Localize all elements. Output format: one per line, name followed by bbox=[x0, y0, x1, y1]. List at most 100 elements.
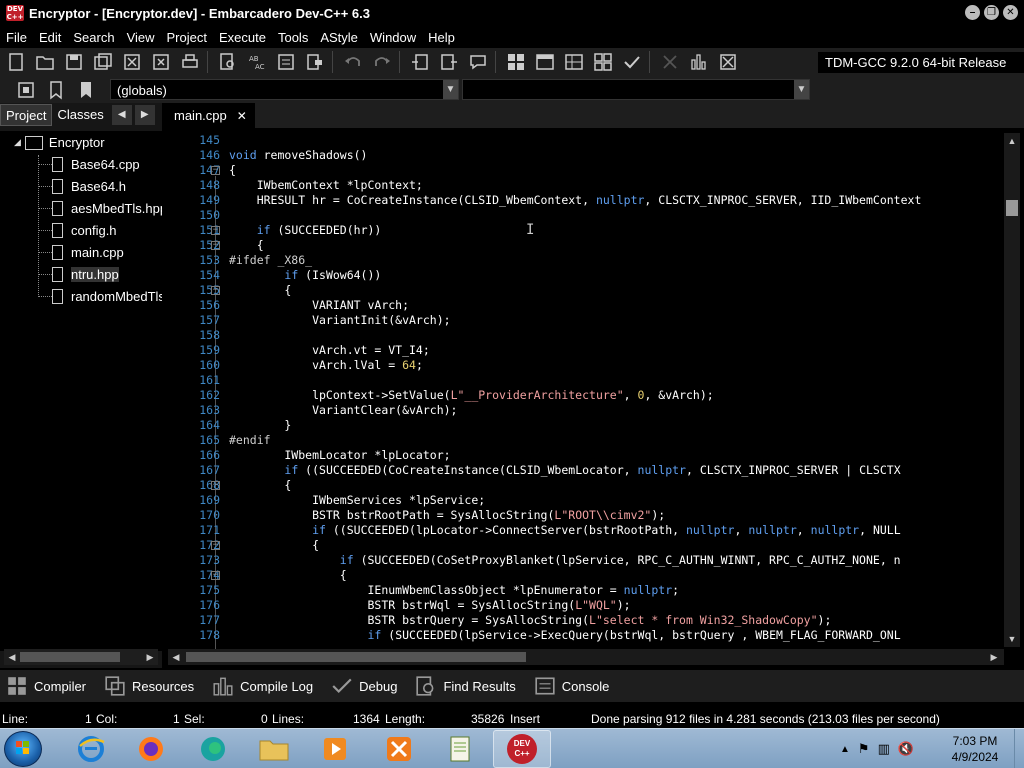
tree-file[interactable]: aesMbedTls.hpp bbox=[38, 201, 162, 216]
tab-main-cpp[interactable]: main.cpp ✕ bbox=[166, 103, 255, 128]
open-folder-icon[interactable] bbox=[32, 50, 58, 74]
menu-tools[interactable]: Tools bbox=[272, 30, 314, 45]
rebuild-icon[interactable] bbox=[590, 50, 616, 74]
scroll-down-icon[interactable]: ▼ bbox=[1006, 633, 1018, 645]
fold-toggle-icon[interactable]: − bbox=[211, 541, 220, 550]
menu-file[interactable]: File bbox=[0, 30, 33, 45]
media-player-taskbar-button[interactable] bbox=[306, 730, 364, 768]
toggle-bookmark-icon[interactable] bbox=[43, 78, 69, 102]
tree-file[interactable]: randomMbedTls.hpp bbox=[38, 289, 162, 304]
scroll-up-icon[interactable]: ▲ bbox=[1006, 135, 1018, 147]
tab-compiler[interactable]: Compiler bbox=[0, 674, 86, 698]
compile-run-icon[interactable] bbox=[561, 50, 587, 74]
tree-file[interactable]: ntru.hpp bbox=[38, 267, 119, 282]
chevron-down-icon[interactable]: ▼ bbox=[443, 80, 458, 99]
scroll-left-icon[interactable]: ◀ bbox=[6, 651, 18, 663]
redo-icon[interactable] bbox=[369, 50, 395, 74]
run-icon[interactable] bbox=[532, 50, 558, 74]
network-icon[interactable]: ▥ bbox=[878, 741, 890, 757]
fold-toggle-icon[interactable]: − bbox=[211, 241, 220, 250]
delete-profile-icon[interactable] bbox=[715, 50, 741, 74]
save-icon[interactable] bbox=[61, 50, 87, 74]
explorer-taskbar-button[interactable] bbox=[245, 730, 303, 768]
flag-icon[interactable]: ⚑ bbox=[858, 741, 870, 757]
menu-astyle[interactable]: AStyle bbox=[314, 30, 364, 45]
compiler-select[interactable]: TDM-GCC 9.2.0 64-bit Release bbox=[818, 52, 1024, 73]
fold-toggle-icon[interactable]: − bbox=[211, 571, 220, 580]
project-hscrollbar[interactable]: ◀ ▶ bbox=[4, 649, 158, 665]
code-editor[interactable]: 145 146 void removeShadows() 147−{148 IWbem… bbox=[166, 128, 1020, 649]
close-button[interactable]: ✕ bbox=[1003, 5, 1018, 20]
menu-help[interactable]: Help bbox=[422, 30, 461, 45]
comment-icon[interactable] bbox=[465, 50, 491, 74]
show-desktop-button[interactable] bbox=[1014, 729, 1024, 768]
tree-file[interactable]: config.h bbox=[38, 223, 117, 238]
close-all-icon[interactable] bbox=[148, 50, 174, 74]
scroll-right-icon[interactable]: ▶ bbox=[988, 651, 1000, 663]
tab-project[interactable]: Project bbox=[0, 104, 53, 126]
insert-code-icon[interactable] bbox=[13, 78, 39, 102]
tab-resources[interactable]: Resources bbox=[98, 674, 194, 698]
tree-root-encryptor[interactable]: ◢ Encryptor bbox=[14, 135, 105, 150]
close-file-icon[interactable] bbox=[119, 50, 145, 74]
goto-bookmark-icon[interactable] bbox=[73, 78, 99, 102]
menu-window[interactable]: Window bbox=[364, 30, 422, 45]
notepad-taskbar-button[interactable] bbox=[432, 730, 490, 768]
volume-muted-icon[interactable]: 🔇 bbox=[898, 741, 914, 757]
show-hidden-icons-icon[interactable]: ▲ bbox=[840, 744, 850, 755]
new-file-icon[interactable] bbox=[3, 50, 29, 74]
menu-project[interactable]: Project bbox=[161, 30, 213, 45]
tree-file[interactable]: main.cpp bbox=[38, 245, 124, 260]
start-button[interactable] bbox=[4, 731, 42, 767]
scrollbar-thumb[interactable] bbox=[1006, 200, 1018, 216]
fold-toggle-icon[interactable]: − bbox=[211, 226, 220, 235]
menu-execute[interactable]: Execute bbox=[213, 30, 272, 45]
tree-file[interactable]: Base64.h bbox=[38, 179, 126, 194]
taskbar-clock[interactable]: 7:03 PM 4/9/2024 bbox=[940, 733, 1010, 765]
find-icon[interactable] bbox=[215, 50, 241, 74]
xampp-taskbar-button[interactable] bbox=[370, 730, 428, 768]
browser-taskbar-button[interactable] bbox=[184, 730, 242, 768]
expand-arrow-icon[interactable]: ◢ bbox=[14, 137, 21, 148]
tab-console[interactable]: Console bbox=[528, 674, 609, 698]
menu-search[interactable]: Search bbox=[67, 30, 120, 45]
fold-toggle-icon[interactable]: − bbox=[211, 166, 220, 175]
goto-line-icon[interactable] bbox=[302, 50, 328, 74]
menu-view[interactable]: View bbox=[121, 30, 161, 45]
save-all-icon[interactable] bbox=[90, 50, 116, 74]
print-icon[interactable] bbox=[177, 50, 203, 74]
replace-icon[interactable]: AB AC bbox=[244, 50, 270, 74]
compile-icon[interactable] bbox=[503, 50, 529, 74]
tree-file[interactable]: Base64.cpp bbox=[38, 157, 140, 172]
scrollbar-thumb[interactable] bbox=[20, 652, 120, 662]
menu-edit[interactable]: Edit bbox=[33, 30, 67, 45]
find-next-icon[interactable] bbox=[273, 50, 299, 74]
editor-hscrollbar[interactable]: ◀ ▶ bbox=[168, 649, 1004, 665]
scroll-left-icon[interactable]: ◀ bbox=[170, 651, 182, 663]
scope-combo[interactable]: (globals) ▼ bbox=[110, 79, 459, 100]
restore-button[interactable]: ❐ bbox=[984, 5, 999, 20]
syntax-check-icon[interactable] bbox=[619, 50, 645, 74]
tab-compile-log[interactable]: Compile Log bbox=[206, 674, 313, 698]
undo-icon[interactable] bbox=[340, 50, 366, 74]
fold-toggle-icon[interactable]: − bbox=[211, 481, 220, 490]
tab-classes[interactable]: Classes bbox=[52, 104, 108, 126]
fold-toggle-icon[interactable]: − bbox=[211, 286, 220, 295]
scroll-right-icon[interactable]: ▶ bbox=[144, 651, 156, 663]
chevron-down-icon[interactable]: ▼ bbox=[794, 80, 809, 99]
stop-execution-icon[interactable] bbox=[657, 50, 683, 74]
tab-debug[interactable]: Debug bbox=[325, 674, 397, 698]
tab-find-results[interactable]: Find Results bbox=[409, 674, 516, 698]
unindent-icon[interactable] bbox=[436, 50, 462, 74]
profile-chart-icon[interactable] bbox=[686, 50, 712, 74]
chevron-left-icon[interactable]: ◀ bbox=[111, 105, 132, 125]
indent-icon[interactable] bbox=[407, 50, 433, 74]
editor-vscrollbar[interactable]: ▲ ▼ bbox=[1004, 133, 1020, 647]
devcpp-taskbar-button[interactable]: DEV C++ bbox=[493, 730, 551, 768]
close-icon[interactable]: ✕ bbox=[237, 109, 247, 123]
ie-taskbar-button[interactable] bbox=[62, 730, 120, 768]
scrollbar-thumb[interactable] bbox=[186, 652, 526, 662]
chevron-right-icon[interactable]: ▶ bbox=[134, 105, 155, 125]
members-combo[interactable]: ▼ bbox=[462, 79, 810, 100]
firefox-taskbar-button[interactable] bbox=[122, 730, 180, 768]
